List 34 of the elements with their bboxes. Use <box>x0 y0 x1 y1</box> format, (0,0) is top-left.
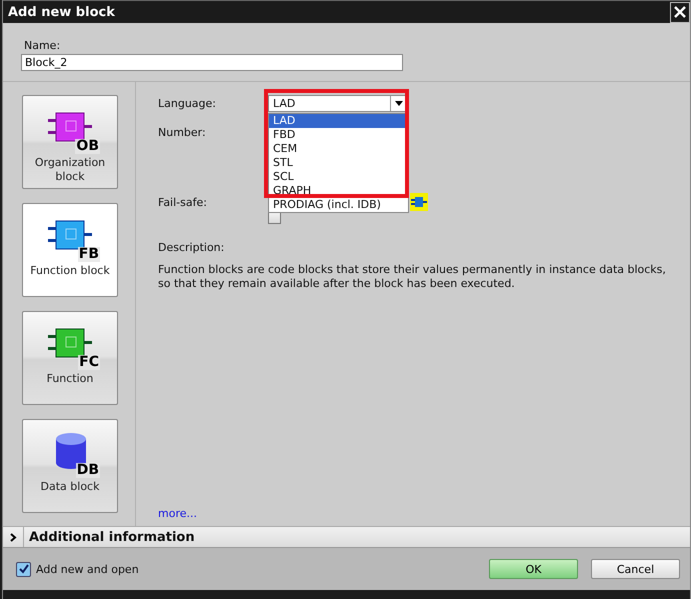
block-type-tag: FB <box>78 247 100 262</box>
block-icon <box>410 193 428 211</box>
description-text: Function blocks are code blocks that store their values permanently in instance data blocks, so that they remain available after the block has been executed. <box>158 263 667 291</box>
block-type-tag: FC <box>78 355 100 370</box>
chevron-right-icon <box>8 532 18 542</box>
cancel-button[interactable]: Cancel <box>591 559 680 579</box>
block-type-tag: DB <box>76 463 100 478</box>
more-link[interactable]: more... <box>158 507 670 520</box>
dropdown-option[interactable]: PRODIAG (incl. IDB) <box>269 198 408 212</box>
window-title: Add new block <box>7 4 115 20</box>
close-icon <box>673 5 687 19</box>
dropdown-option[interactable]: CEM <box>269 142 408 156</box>
ok-button[interactable]: OK <box>489 559 578 579</box>
section-header[interactable]: Additional information <box>3 526 690 548</box>
block-type-button[interactable]: OB Organization block <box>22 95 118 189</box>
fail-safe-label: Fail-safe: <box>158 196 208 208</box>
close-button[interactable] <box>670 2 690 22</box>
language-label: Language: <box>158 96 217 110</box>
description-label: Description: <box>158 241 226 254</box>
block-type-tag: OB <box>75 139 100 154</box>
number-label: Number: <box>158 126 207 138</box>
name-label: Name: <box>23 39 62 52</box>
dropdown-option[interactable]: LAD <box>269 114 408 128</box>
block-type-button[interactable]: FB Function block <box>22 203 118 297</box>
dropdown-option[interactable]: SCL <box>269 170 408 184</box>
name-field[interactable]: Block_2 <box>21 54 403 71</box>
checkbox[interactable] <box>16 562 31 576</box>
dropdown-option[interactable]: GRAPH <box>269 184 408 198</box>
dropdown-option[interactable]: FBD <box>269 128 408 142</box>
block-type-button[interactable]: FC Function <box>22 311 118 405</box>
dropdown-option[interactable]: STL <box>269 156 408 170</box>
block-type-button[interactable]: DB Data block <box>22 419 118 513</box>
dropdown-arrow-icon <box>394 100 402 106</box>
checkbox-label: Add new and open <box>36 562 139 576</box>
